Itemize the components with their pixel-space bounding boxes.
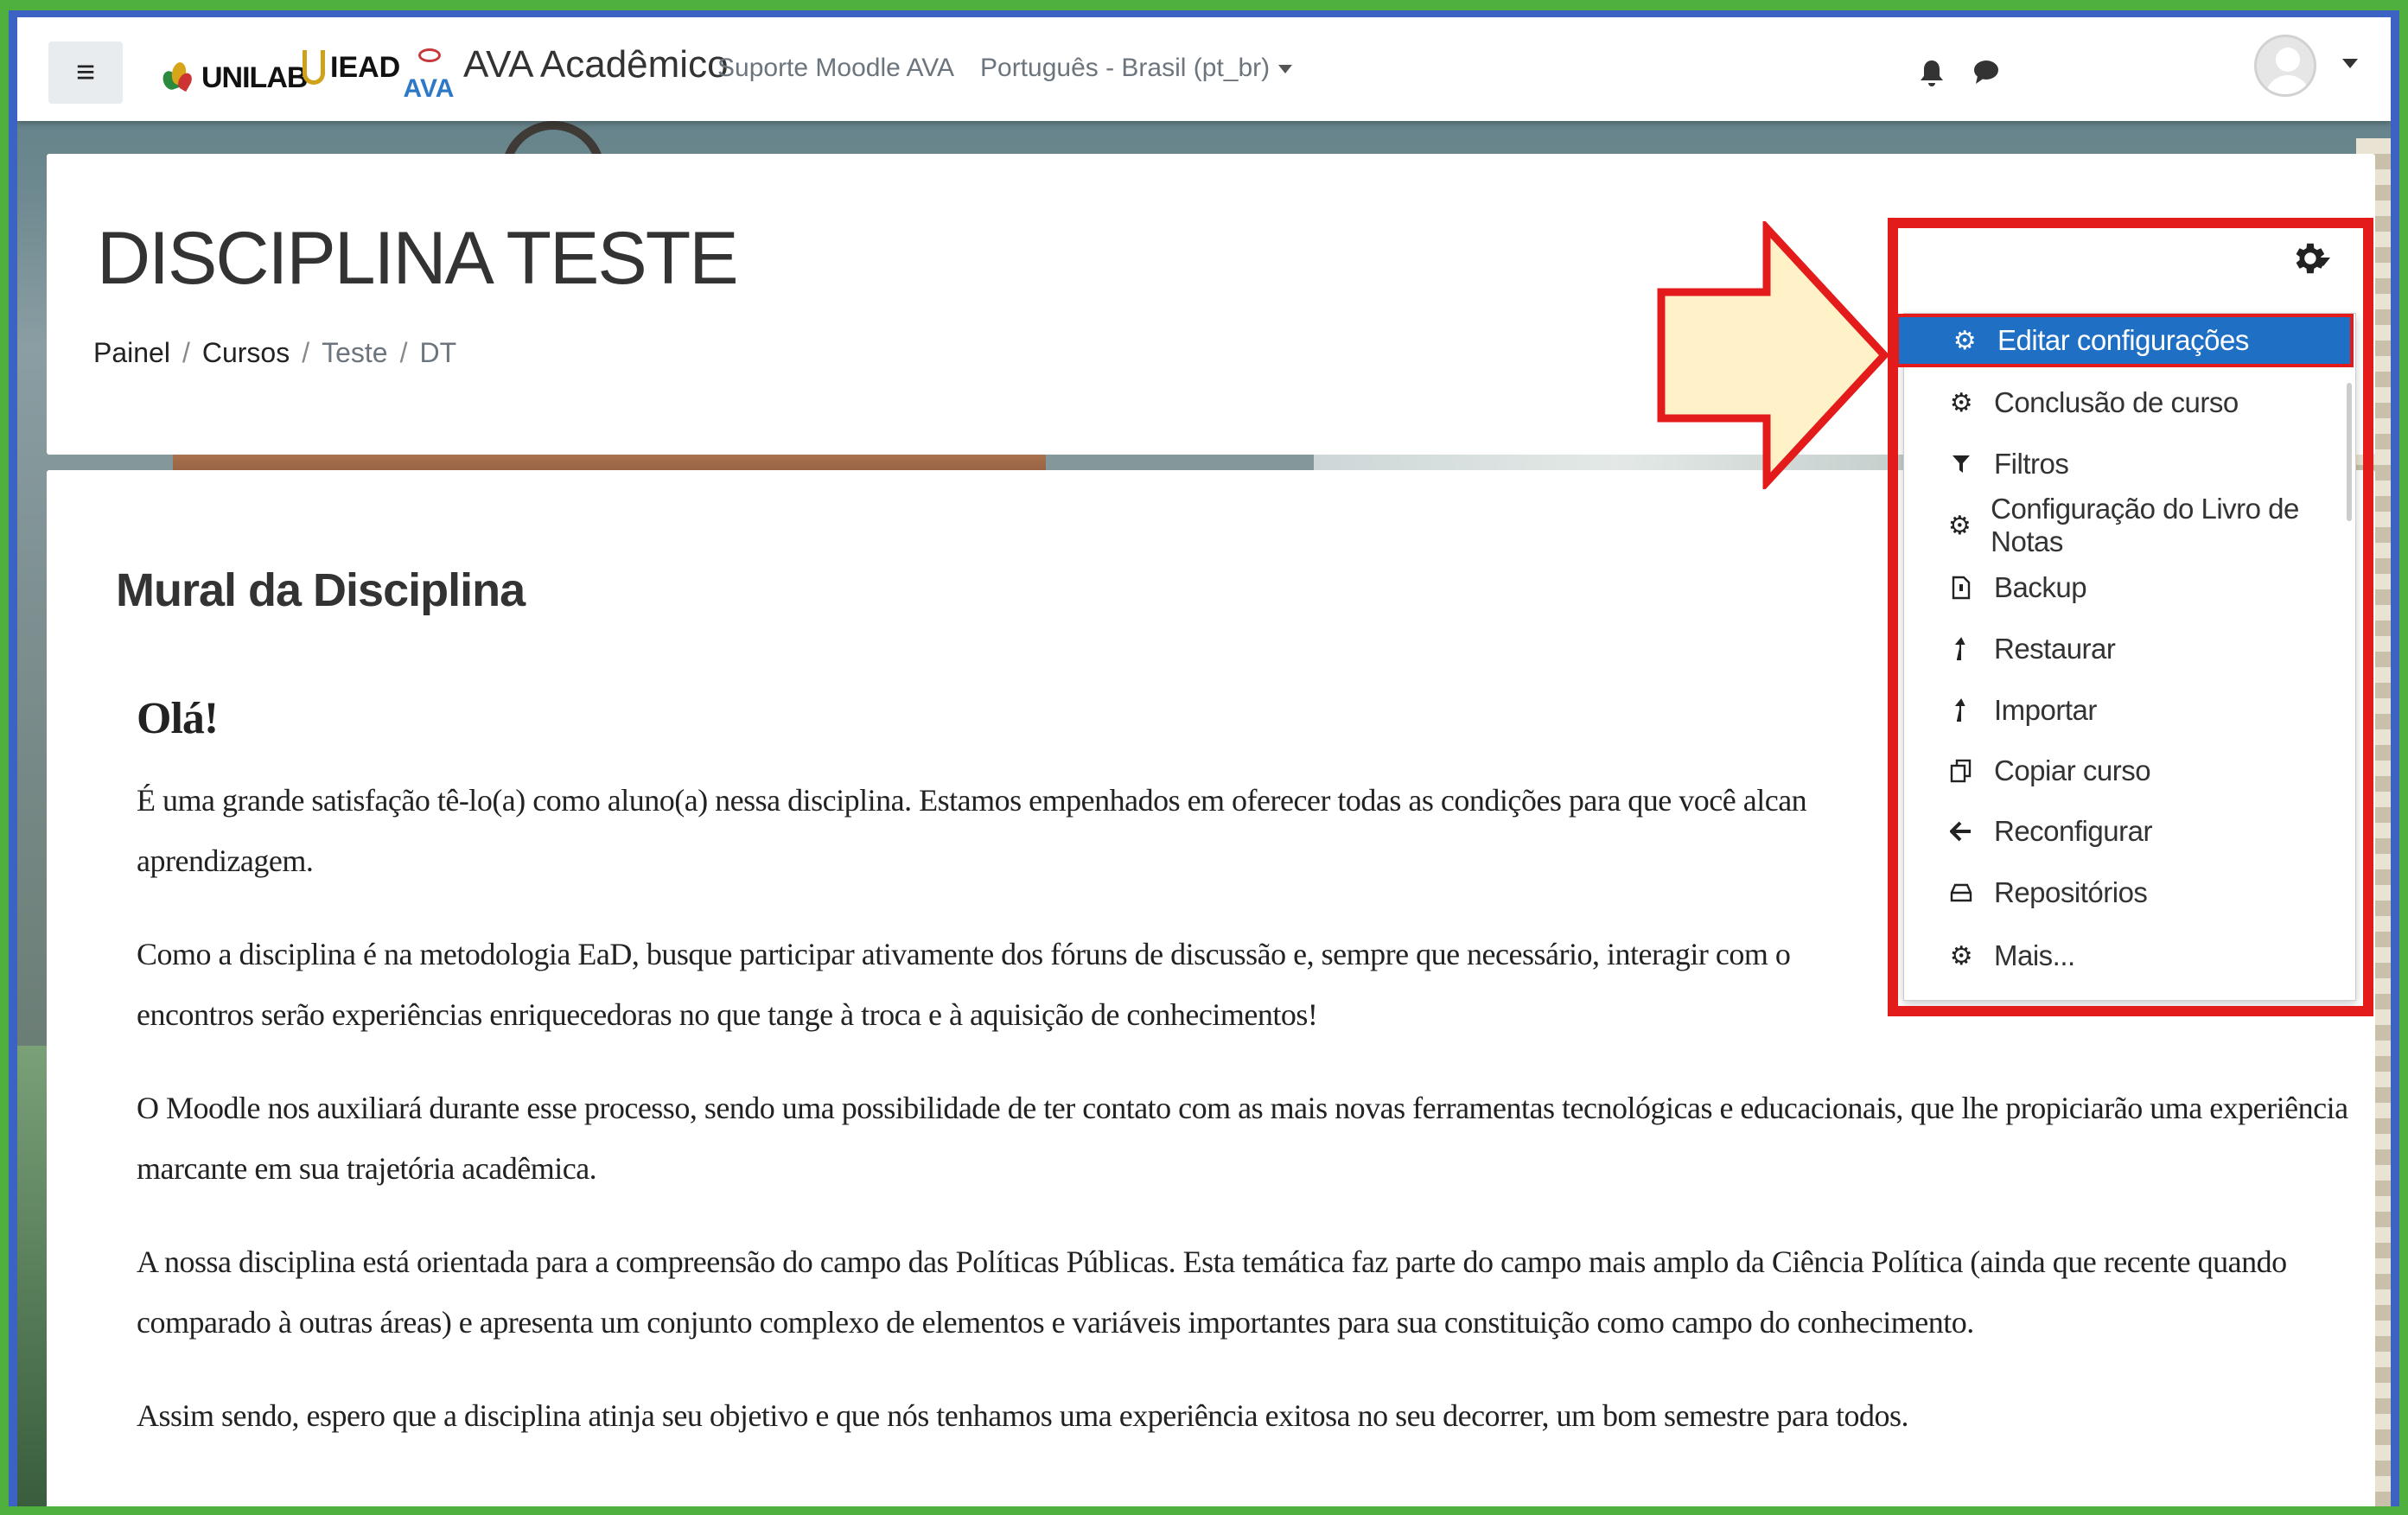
menu-item-label: Mais...: [1994, 939, 2075, 971]
gear-icon: ⚙: [1949, 941, 1973, 971]
menu-item-repositorios[interactable]: Repositórios: [1904, 866, 2345, 920]
menu-item-label: Configuração do Livro de Notas: [1991, 493, 2299, 557]
menu-item-copiar-curso[interactable]: Copiar curso: [1904, 744, 2345, 798]
menu-item-backup[interactable]: Backup: [1904, 561, 2345, 614]
breadcrumb-painel[interactable]: Painel: [93, 337, 170, 369]
ava-cap-icon: [418, 48, 441, 62]
section-title: Mural da Disciplina: [116, 564, 526, 616]
menu-item-mais[interactable]: ⚙ Mais...: [1904, 929, 2345, 983]
chat-bubble-icon[interactable]: [1972, 59, 1998, 88]
menu-item-label: Reconfigurar: [1994, 815, 2152, 847]
breadcrumb-cursos[interactable]: Cursos: [202, 337, 290, 369]
iead-logo-text: IEAD: [330, 50, 401, 84]
ava-logo[interactable]: AVA: [403, 43, 455, 104]
language-menu[interactable]: Português - Brasil (pt_br): [980, 54, 1293, 83]
menu-item-importar[interactable]: Importar: [1904, 684, 2345, 737]
menu-item-label: Repositórios: [1994, 876, 2148, 908]
menu-scrollbar[interactable]: [2347, 383, 2352, 521]
user-menu-caret-icon[interactable]: [2342, 59, 2358, 68]
unilab-logo-text: UNILAB: [201, 60, 308, 94]
level-up-icon: [1942, 698, 1980, 722]
summary-line: É uma grande satisfação tê-lo(a) como al…: [137, 783, 1807, 818]
support-link-label: Suporte Moodle AVA: [717, 54, 955, 82]
gear-icon: ⚙: [1947, 511, 1972, 540]
page-title: DISCIPLINA TESTE: [97, 217, 739, 300]
summary-line: Como a disciplina é na metodologia EaD, …: [137, 937, 1791, 971]
filter-icon: [1942, 454, 1980, 474]
menu-item-reconfigurar[interactable]: Reconfigurar: [1904, 805, 2345, 858]
background-plant: [17, 1046, 48, 1515]
summary-paragraph: Assim sendo, espero que a disciplina ati…: [137, 1398, 1908, 1433]
breadcrumb-separator: /: [302, 337, 310, 368]
unilab-logo[interactable]: UNILAB: [160, 52, 308, 104]
arrow-left-icon: [1942, 821, 1980, 842]
ava-logo-text: AVA: [403, 74, 455, 103]
support-link[interactable]: Suporte Moodle AVA: [717, 54, 954, 83]
breadcrumb-teste[interactable]: Teste: [322, 337, 387, 369]
summary-paragraph: A nossa disciplina está orientada para a…: [137, 1244, 2287, 1340]
moodle-page: ≡ UNILAB IEAD AVA AVA Acadêmico Suporte …: [17, 17, 2391, 1515]
file-archive-icon: [1942, 576, 1980, 600]
hamburger-icon[interactable]: ≡: [48, 41, 123, 104]
annotation-arrow: [1657, 221, 1890, 489]
iead-mark-icon: [303, 50, 325, 85]
summary-paragraph: O Moodle nos auxiliará durante esse proc…: [137, 1091, 2348, 1186]
bell-icon[interactable]: [1919, 59, 1945, 88]
course-actions-button[interactable]: [2275, 228, 2342, 289]
menu-item-label: Importar: [1994, 694, 2097, 726]
user-avatar[interactable]: [2254, 35, 2316, 97]
hdd-icon: [1942, 883, 1980, 902]
copy-icon: [1942, 759, 1980, 783]
menu-item-label: Conclusão de curso: [1994, 386, 2239, 418]
summary-line: aprendizagem.: [137, 843, 314, 878]
menu-item-label: Restaurar: [1994, 633, 2116, 665]
level-up-icon: [1942, 637, 1980, 661]
menu-item-restaurar[interactable]: Restaurar: [1904, 622, 2345, 676]
menu-item-livro-de-notas[interactable]: ⚙ Configuração do Livro de Notas: [1904, 493, 2345, 557]
gear-icon: ⚙: [1953, 326, 1977, 355]
iead-logo[interactable]: IEAD: [303, 50, 400, 85]
menu-item-label: Filtros: [1994, 448, 2069, 480]
menu-item-label: Backup: [1994, 571, 2087, 603]
top-navbar: ≡ UNILAB IEAD AVA AVA Acadêmico Suporte …: [17, 17, 2391, 121]
menu-item-conclusao-de-curso[interactable]: ⚙ Conclusão de curso: [1904, 376, 2345, 430]
menu-item-editar-configuracoes[interactable]: ⚙ Editar configurações: [1895, 314, 2354, 367]
caret-down-icon: [1278, 65, 1293, 74]
summary-line: encontros serão experiências enriquecedo…: [137, 997, 1318, 1032]
unilab-mark-icon: [160, 55, 195, 100]
breadcrumb-dt[interactable]: DT: [419, 337, 456, 369]
menu-item-label: Copiar curso: [1994, 754, 2151, 786]
menu-item-filtros[interactable]: Filtros: [1904, 437, 2345, 491]
breadcrumb-separator: /: [399, 337, 408, 368]
caret-down-icon: [2316, 258, 2330, 266]
site-name[interactable]: AVA Acadêmico: [463, 43, 729, 86]
gear-icon: ⚙: [1949, 388, 1973, 417]
course-actions-menu: ⚙ Editar configurações ⚙ Conclusão de cu…: [1895, 313, 2356, 1001]
breadcrumb: Painel / Cursos / Teste / DT: [93, 337, 456, 369]
language-label: Português - Brasil (pt_br): [980, 54, 1271, 82]
menu-item-label: Editar configurações: [1997, 324, 2249, 356]
breadcrumb-separator: /: [182, 337, 190, 368]
